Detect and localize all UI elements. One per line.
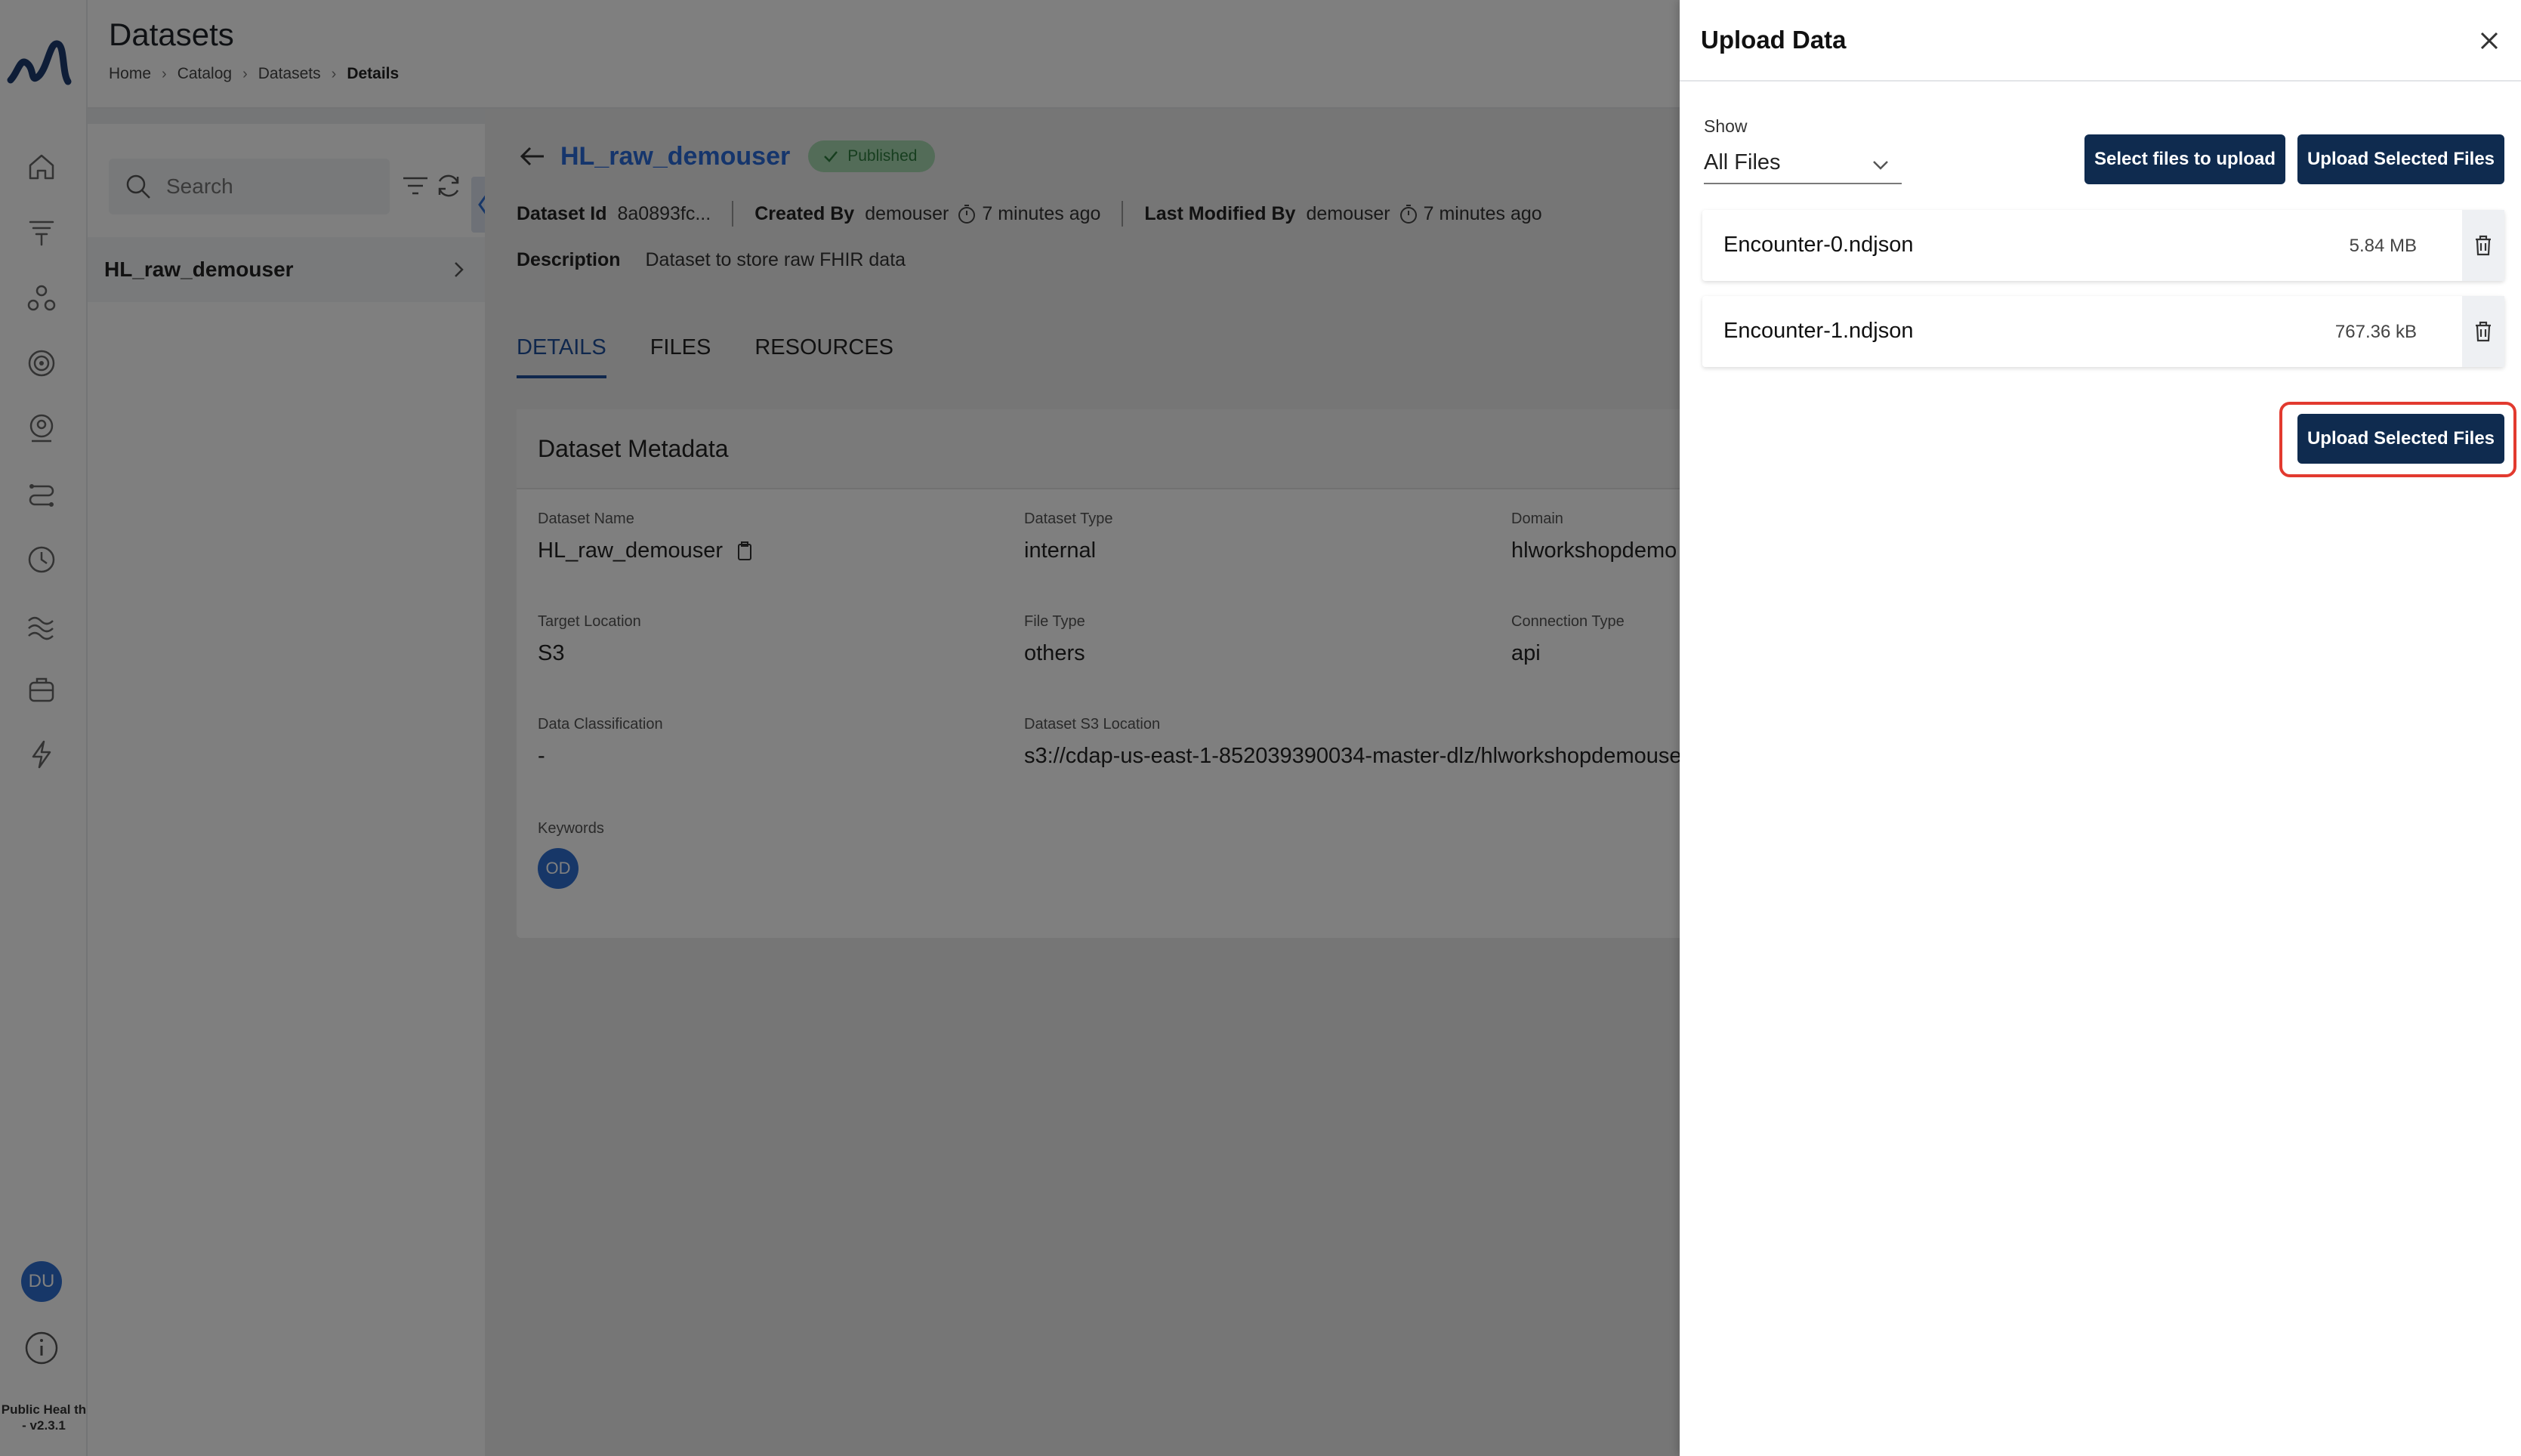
- file-row: Encounter-0.ndjson 5.84 MB: [1702, 210, 2504, 281]
- file-row: Encounter-1.ndjson 767.36 kB: [1702, 296, 2504, 367]
- close-icon[interactable]: [2474, 26, 2504, 56]
- upload-selected-files-button[interactable]: Upload Selected Files: [2297, 414, 2504, 464]
- select-files-button[interactable]: Select files to upload: [2084, 134, 2285, 184]
- drawer-title: Upload Data: [1701, 26, 1847, 54]
- show-filter-select[interactable]: All Files: [1704, 142, 1902, 184]
- drawer-header: Upload Data: [1680, 0, 2521, 82]
- delete-file-button[interactable]: [2462, 296, 2504, 367]
- show-filter-value: All Files: [1704, 150, 1781, 174]
- file-name: Encounter-0.ndjson: [1723, 233, 1914, 257]
- trash-icon: [2476, 235, 2491, 256]
- trash-icon: [2476, 321, 2491, 342]
- file-name: Encounter-1.ndjson: [1723, 319, 1914, 343]
- delete-file-button[interactable]: [2462, 210, 2504, 281]
- show-filter-label: Show: [1704, 116, 1748, 136]
- upload-data-drawer: Upload Data Show All Files Select files …: [1680, 0, 2521, 1456]
- file-size: 5.84 MB: [2349, 236, 2417, 256]
- chevron-down-icon: [1873, 161, 1888, 170]
- upload-selected-files-button-top[interactable]: Upload Selected Files: [2297, 134, 2504, 184]
- file-size: 767.36 kB: [2334, 322, 2417, 342]
- modal-backdrop[interactable]: [0, 0, 1680, 1456]
